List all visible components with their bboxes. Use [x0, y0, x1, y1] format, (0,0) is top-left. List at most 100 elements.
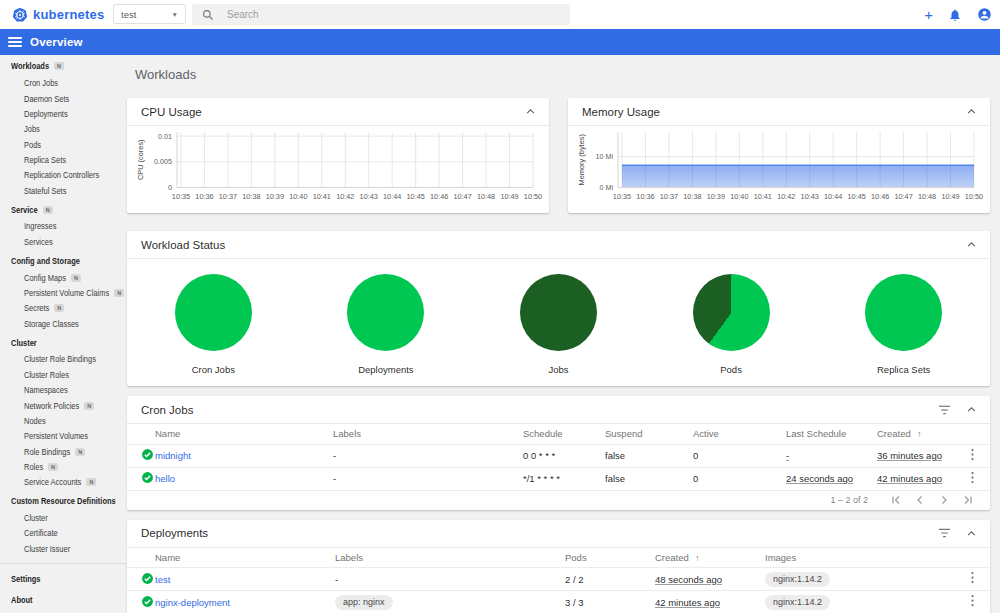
svg-text:10:43: 10:43 — [360, 192, 378, 201]
create-button[interactable]: + — [924, 7, 933, 22]
sidebar-item-persistent-volumes[interactable]: Persistent Volumes — [0, 429, 127, 444]
column-header-suspend[interactable]: Suspend — [605, 424, 693, 444]
new-badge: N — [43, 206, 53, 214]
sidebar-item-cluster-issuer[interactable]: Cluster Issuer — [0, 541, 127, 556]
kebab-menu-icon[interactable] — [971, 571, 974, 584]
kubernetes-logo[interactable]: kubernetes — [12, 0, 104, 29]
svg-text:10:41: 10:41 — [313, 192, 331, 201]
sidebar-item-cluster-roles[interactable]: Cluster Roles — [0, 367, 127, 382]
column-header-active[interactable]: Active — [693, 424, 786, 444]
filter-icon[interactable] — [938, 404, 951, 416]
sidebar-item-persistent-volume-claims[interactable]: Persistent Volume ClaimsN — [0, 285, 127, 300]
sidebar-item-label: Replication Controllers — [24, 170, 99, 180]
sidebar-item-certificate[interactable]: Certificate — [0, 526, 127, 541]
sidebar-item-settings[interactable]: Settings — [0, 568, 127, 589]
resource-link[interactable]: test — [155, 574, 170, 585]
collapse-icon[interactable] — [967, 407, 976, 412]
column-header-last-schedule[interactable]: Last Schedule — [786, 424, 877, 444]
sidebar-item-cluster[interactable]: Cluster — [0, 510, 127, 525]
sidebar-item-role-bindings[interactable]: Role BindingsN — [0, 444, 127, 459]
sidebar-item-pods[interactable]: Pods — [0, 137, 127, 152]
sidebar-section-cluster[interactable]: Cluster — [0, 333, 127, 352]
kubernetes-icon — [12, 7, 28, 23]
row-actions-button[interactable] — [955, 591, 990, 613]
cpu-usage-card: CPU Usage 00.0050.0110:3510:3610:3710:38… — [127, 98, 549, 213]
sidebar-item-cluster-role-bindings[interactable]: Cluster Role Bindings — [0, 352, 127, 367]
sidebar-section-workloads[interactable]: WorkloadsN — [0, 57, 127, 76]
column-header-images[interactable]: Images — [765, 548, 955, 568]
sidebar-item-replication-controllers[interactable]: Replication Controllers — [0, 168, 127, 183]
svg-text:10:40: 10:40 — [289, 192, 307, 201]
column-header-created[interactable]: Created ↑ — [877, 424, 955, 444]
sidebar-item-secrets[interactable]: SecretsN — [0, 301, 127, 316]
sidebar-item-about[interactable]: About — [0, 589, 127, 610]
sidebar-item-services[interactable]: Services — [0, 234, 127, 249]
account-icon[interactable] — [977, 7, 992, 22]
relative-time: 42 minutes ago — [877, 473, 942, 484]
cell-last_schedule: 24 seconds ago — [786, 467, 877, 490]
kebab-menu-icon[interactable] — [971, 448, 974, 461]
row-actions-button[interactable] — [955, 467, 990, 490]
notifications-icon[interactable] — [948, 8, 962, 22]
sidebar-section-custom-resource-definitions[interactable]: Custom Resource Definitions — [0, 492, 127, 511]
new-badge: N — [84, 402, 94, 410]
column-header-schedule[interactable]: Schedule — [523, 424, 605, 444]
sidebar-item-replica-sets[interactable]: Replica Sets — [0, 152, 127, 167]
kebab-menu-icon[interactable] — [971, 594, 974, 607]
sidebar-item-service-accounts[interactable]: Service AccountsN — [0, 475, 127, 490]
sidebar-item-nodes[interactable]: Nodes — [0, 413, 127, 428]
cell-name: hello — [155, 467, 333, 490]
row-actions-button[interactable] — [955, 444, 990, 467]
main-content: Workloads CPU Usage 00.0050.0110:3510:36… — [127, 55, 1000, 613]
sidebar-item-label: Stateful Sets — [24, 186, 66, 196]
pie-label: Cron Jobs — [192, 364, 235, 375]
collapse-icon[interactable] — [967, 531, 976, 536]
search-input[interactable]: Search — [192, 4, 570, 25]
sidebar-item-storage-classes[interactable]: Storage Classes — [0, 316, 127, 331]
sidebar-section-config-and-storage[interactable]: Config and Storage — [0, 251, 127, 270]
cell-schedule: */1 * * * * — [523, 467, 605, 490]
prev-page-button[interactable] — [908, 495, 932, 505]
kebab-menu-icon[interactable] — [971, 471, 974, 484]
sidebar-item-namespaces[interactable]: Namespaces — [0, 383, 127, 398]
sidebar-item-network-policies[interactable]: Network PoliciesN — [0, 398, 127, 413]
sidebar-item-daemon-sets[interactable]: Daemon Sets — [0, 91, 127, 106]
sidebar-section-service[interactable]: ServiceN — [0, 200, 127, 219]
sidebar-item-ingresses[interactable]: Ingresses — [0, 219, 127, 234]
column-header-pods[interactable]: Pods — [565, 548, 655, 568]
sidebar-item-deployments[interactable]: Deployments — [0, 106, 127, 121]
row-actions-button[interactable] — [955, 568, 990, 591]
sidebar-item-config-maps[interactable]: Config MapsN — [0, 270, 127, 285]
next-page-button[interactable] — [932, 495, 956, 505]
svg-text:10:43: 10:43 — [801, 192, 819, 201]
menu-icon[interactable] — [8, 37, 22, 47]
sidebar-item-jobs[interactable]: Jobs — [0, 122, 127, 137]
sidebar-item-stateful-sets[interactable]: Stateful Sets — [0, 183, 127, 198]
svg-text:10:42: 10:42 — [777, 192, 795, 201]
first-page-button[interactable] — [884, 495, 908, 505]
cell-suspend: false — [605, 467, 693, 490]
sidebar-item-label: Role Bindings — [24, 447, 70, 457]
sidebar-section-label: Config and Storage — [11, 256, 80, 266]
sidebar-item-roles[interactable]: RolesN — [0, 459, 127, 474]
resource-link[interactable]: midnight — [155, 450, 191, 461]
filter-icon[interactable] — [938, 527, 951, 539]
cpu-usage-title: CPU Usage — [141, 106, 202, 118]
search-placeholder: Search — [227, 9, 259, 20]
column-header-labels[interactable]: Labels — [333, 424, 523, 444]
column-header-labels[interactable]: Labels — [335, 548, 565, 568]
collapse-icon[interactable] — [526, 109, 535, 114]
collapse-icon[interactable] — [967, 242, 976, 247]
resource-link[interactable]: hello — [155, 473, 175, 484]
last-page-button[interactable] — [956, 495, 980, 505]
toolbar: Overview — [0, 29, 1000, 55]
resource-link[interactable]: nginx-deployment — [155, 597, 230, 608]
namespace-select[interactable]: test ▼ — [113, 4, 186, 24]
column-header-created[interactable]: Created ↑ — [655, 548, 765, 568]
cron-jobs-card: Cron Jobs NameLabelsScheduleSuspendActiv… — [127, 396, 990, 510]
column-header-name[interactable]: Name — [155, 548, 335, 568]
sidebar-item-cron-jobs[interactable]: Cron Jobs — [0, 76, 127, 91]
column-header-name[interactable]: Name — [155, 424, 333, 444]
cell-active: 0 — [693, 444, 786, 467]
collapse-icon[interactable] — [967, 109, 976, 114]
